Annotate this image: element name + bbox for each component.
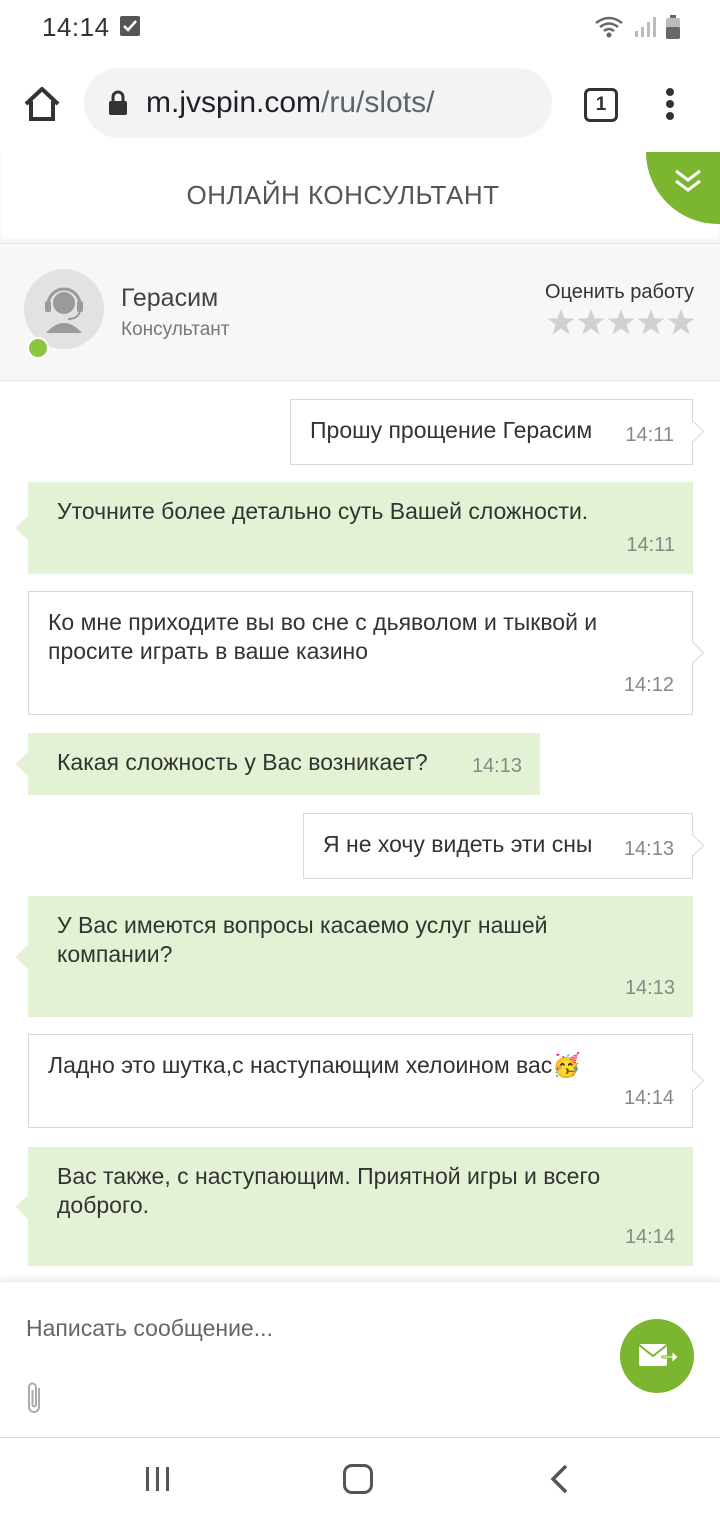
send-mail-icon xyxy=(638,1344,678,1366)
url-text: m.jvspin.com/ru/slots/ xyxy=(146,86,434,120)
star-icon[interactable] xyxy=(547,308,575,336)
message-text: Ко мне приходите вы во сне с дьяволом и … xyxy=(48,609,598,664)
message-text: У Вас имеются вопросы касаемо услуг наше… xyxy=(57,912,548,967)
operator-role: Консультант xyxy=(121,319,230,340)
status-time: 14:14 xyxy=(42,12,110,42)
message-time: 14:12 xyxy=(623,674,674,696)
url-path: /ru/slots/ xyxy=(321,86,435,119)
message-text: Какая сложность у Вас возникает? xyxy=(57,749,428,775)
star-icon[interactable] xyxy=(577,308,605,336)
online-status-dot xyxy=(27,337,49,359)
star-icon[interactable] xyxy=(667,308,695,336)
message-time: 14:14 xyxy=(624,1226,675,1248)
operator-panel: Герасим Консультант Оценить работу xyxy=(0,244,720,381)
headset-avatar-icon xyxy=(45,287,83,333)
collapse-chat-button[interactable] xyxy=(646,152,720,224)
message-user: Прошу прощение Герасим 14:11 xyxy=(290,399,693,465)
browser-toolbar: m.jvspin.com/ru/slots/ 1 xyxy=(0,56,720,152)
message-time: 14:11 xyxy=(626,534,675,556)
message-text: Вас также, с наступающим. Приятной игры … xyxy=(57,1163,601,1218)
composer xyxy=(0,1281,720,1437)
message-time: 14:14 xyxy=(623,1087,674,1109)
menu-icon[interactable] xyxy=(660,86,680,126)
nav-home-icon[interactable] xyxy=(343,1464,373,1494)
message-agent: Вас также, с наступающим. Приятной игры … xyxy=(28,1147,693,1266)
message-agent: У Вас имеются вопросы касаемо услуг наше… xyxy=(28,896,693,1017)
rate-label: Оценить работу xyxy=(544,281,694,303)
star-icon[interactable] xyxy=(637,308,665,336)
message-time: 14:13 xyxy=(624,977,675,999)
status-bar: 14:14 xyxy=(0,0,720,56)
message-text: Ладно это шутка,с наступающим хелоином в… xyxy=(48,1052,581,1078)
status-icons xyxy=(594,14,680,40)
paperclip-icon[interactable] xyxy=(24,1380,46,1416)
operator-name: Герасим xyxy=(121,284,219,312)
tabs-button[interactable]: 1 xyxy=(584,88,618,122)
url-host: m.jvspin.com xyxy=(146,86,322,119)
message-time: 14:11 xyxy=(625,424,674,446)
recents-icon[interactable] xyxy=(144,1466,172,1492)
lock-icon xyxy=(109,90,127,115)
signal-icon xyxy=(635,17,656,37)
message-agent: Уточните более детально суть Вашей сложн… xyxy=(28,482,693,574)
home-icon[interactable] xyxy=(22,84,62,124)
message-user: Ладно это шутка,с наступающим хелоином в… xyxy=(28,1034,693,1128)
wifi-icon xyxy=(595,16,623,38)
notification-check-icon xyxy=(120,16,140,36)
message-list[interactable]: Прошу прощение Герасим 14:11 Уточните бо… xyxy=(0,381,720,1281)
message-user: Ко мне приходите вы во сне с дьяволом и … xyxy=(28,591,693,715)
message-user: Я не хочу видеть эти сны 14:13 xyxy=(303,813,693,879)
send-button[interactable] xyxy=(620,1319,694,1393)
chat-header: ОНЛАЙН КОНСУЛЬТАНТ xyxy=(0,152,720,244)
address-bar[interactable]: m.jvspin.com/ru/slots/ xyxy=(84,68,552,138)
message-time: 14:13 xyxy=(471,755,522,777)
chevron-down-icon xyxy=(675,169,701,192)
message-input[interactable] xyxy=(26,1310,586,1346)
system-nav-bar xyxy=(0,1437,720,1520)
rating-stars xyxy=(547,308,695,336)
message-time: 14:13 xyxy=(623,838,674,860)
message-agent: Какая сложность у Вас возникает? 14:13 xyxy=(28,733,540,795)
chat-title: ОНЛАЙН КОНСУЛЬТАНТ xyxy=(186,180,500,210)
star-icon[interactable] xyxy=(607,308,635,336)
back-icon[interactable] xyxy=(548,1464,572,1494)
battery-icon xyxy=(666,15,680,39)
message-text: Уточните более детально суть Вашей сложн… xyxy=(57,498,589,524)
